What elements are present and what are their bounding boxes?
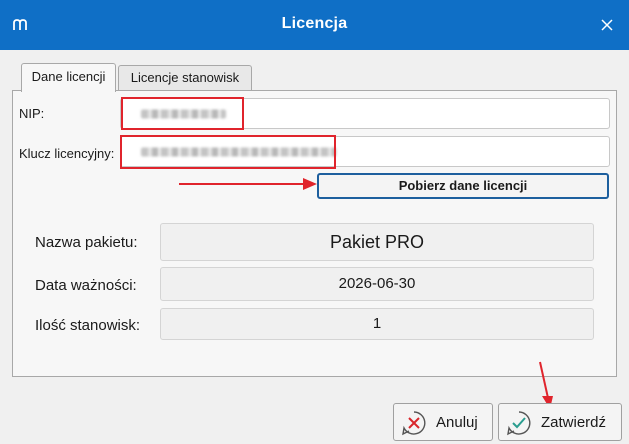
- nip-label: NIP:: [19, 106, 45, 121]
- arrow-to-fetch-icon: [179, 178, 317, 190]
- license-data-panel: NIP: Klucz licencyjny: Pobierz dane lice…: [12, 90, 617, 377]
- tab-license-data[interactable]: Dane licencji: [21, 63, 116, 92]
- license-key-input[interactable]: [120, 136, 610, 167]
- close-icon[interactable]: [599, 17, 615, 33]
- title-bar: Licencja: [0, 0, 629, 50]
- confirm-icon: [507, 411, 531, 436]
- cancel-icon: [402, 411, 426, 436]
- seat-count-value: 1: [160, 308, 594, 340]
- package-name-value: Pakiet PRO: [160, 223, 594, 261]
- license-key-redacted-value: [141, 147, 336, 156]
- cancel-button[interactable]: Anuluj: [393, 403, 493, 441]
- fetch-license-button[interactable]: Pobierz dane licencji: [317, 173, 609, 199]
- nip-redacted-value: [141, 109, 226, 118]
- confirm-label: Zatwierdź: [541, 414, 607, 431]
- cancel-label: Anuluj: [436, 414, 478, 431]
- license-key-label: Klucz licencyjny:: [19, 146, 115, 161]
- tab-workstation-licenses[interactable]: Licencje stanowisk: [118, 65, 252, 90]
- seat-count-label: Ilość stanowisk:: [35, 317, 141, 334]
- nip-input[interactable]: [120, 98, 610, 129]
- window-title: Licencja: [281, 15, 348, 32]
- confirm-button[interactable]: Zatwierdź: [498, 403, 622, 441]
- expiry-date-label: Data ważności:: [35, 277, 137, 294]
- package-name-label: Nazwa pakietu:: [35, 234, 138, 251]
- expiry-date-value: 2026-06-30: [160, 267, 594, 301]
